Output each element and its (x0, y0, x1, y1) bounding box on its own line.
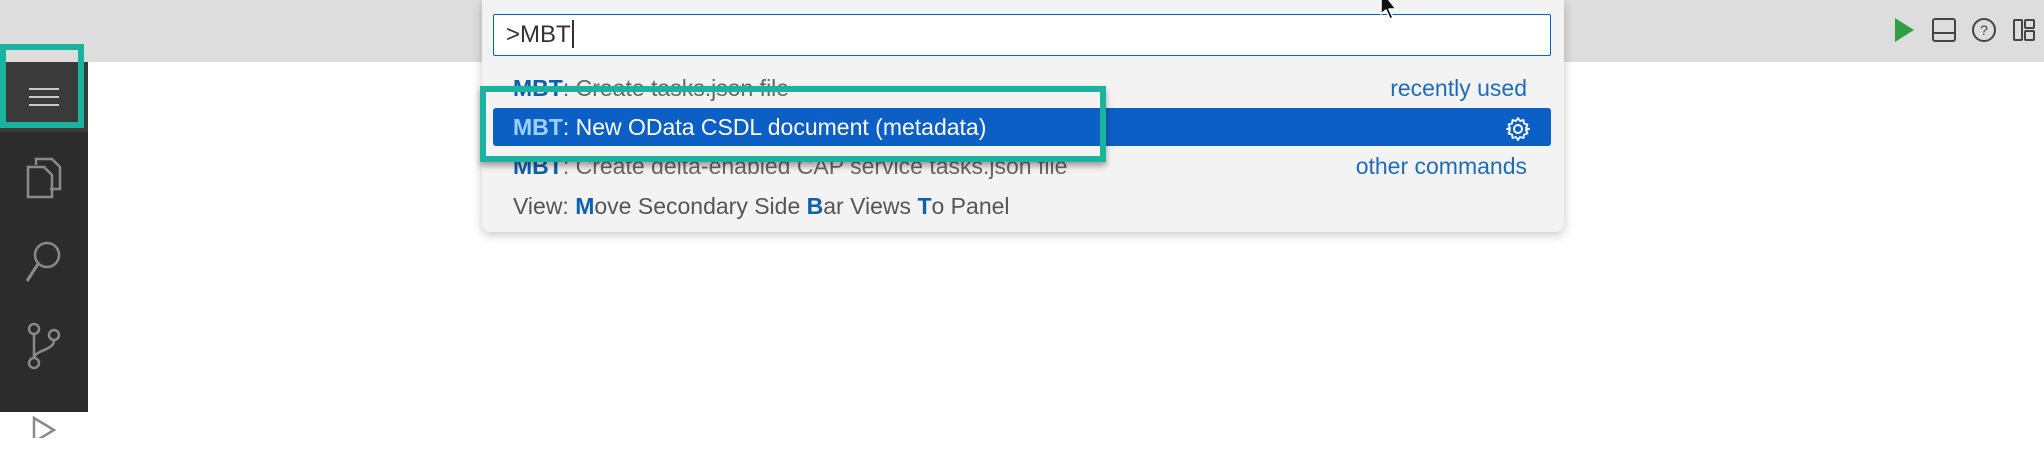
text-caret (571, 20, 574, 49)
label-segment: View: (513, 193, 576, 219)
source-control-icon (24, 321, 64, 371)
toggle-panel-icon[interactable] (1924, 12, 1964, 48)
mouse-pointer-icon (1378, 0, 1404, 29)
other-commands-label: other commands (1355, 153, 1527, 179)
search-icon (23, 239, 65, 285)
run-debug-icon (24, 398, 64, 438)
label-segment: ove Secondary Side (594, 193, 807, 219)
match-highlight: B (806, 193, 824, 219)
run-icon[interactable] (1884, 12, 1924, 48)
input-value: >MBT (506, 21, 571, 48)
menu-button-highlight (0, 44, 84, 128)
recently-used-label: recently used (1390, 75, 1527, 101)
match-highlight: M (575, 193, 595, 219)
explorer-button[interactable] (0, 142, 88, 214)
source-control-button[interactable] (0, 310, 88, 382)
title-bar-actions: ? (1884, 12, 2044, 48)
match-highlight: T (917, 193, 932, 219)
search-button[interactable] (0, 226, 88, 298)
command-label: View: Move Secondary Side Bar Views To P… (513, 187, 1010, 225)
svg-text:?: ? (1980, 22, 1988, 38)
run-debug-button[interactable] (0, 382, 88, 454)
label-segment: o Panel (931, 193, 1010, 219)
label-segment: ar Views (823, 193, 918, 219)
explorer-icon (24, 155, 64, 201)
help-icon[interactable]: ? (1964, 12, 2004, 48)
selected-command-highlight (480, 86, 1106, 162)
customize-layout-icon[interactable] (2004, 12, 2044, 48)
command-item[interactable]: View: Move Secondary Side Bar Views To P… (493, 187, 1551, 225)
